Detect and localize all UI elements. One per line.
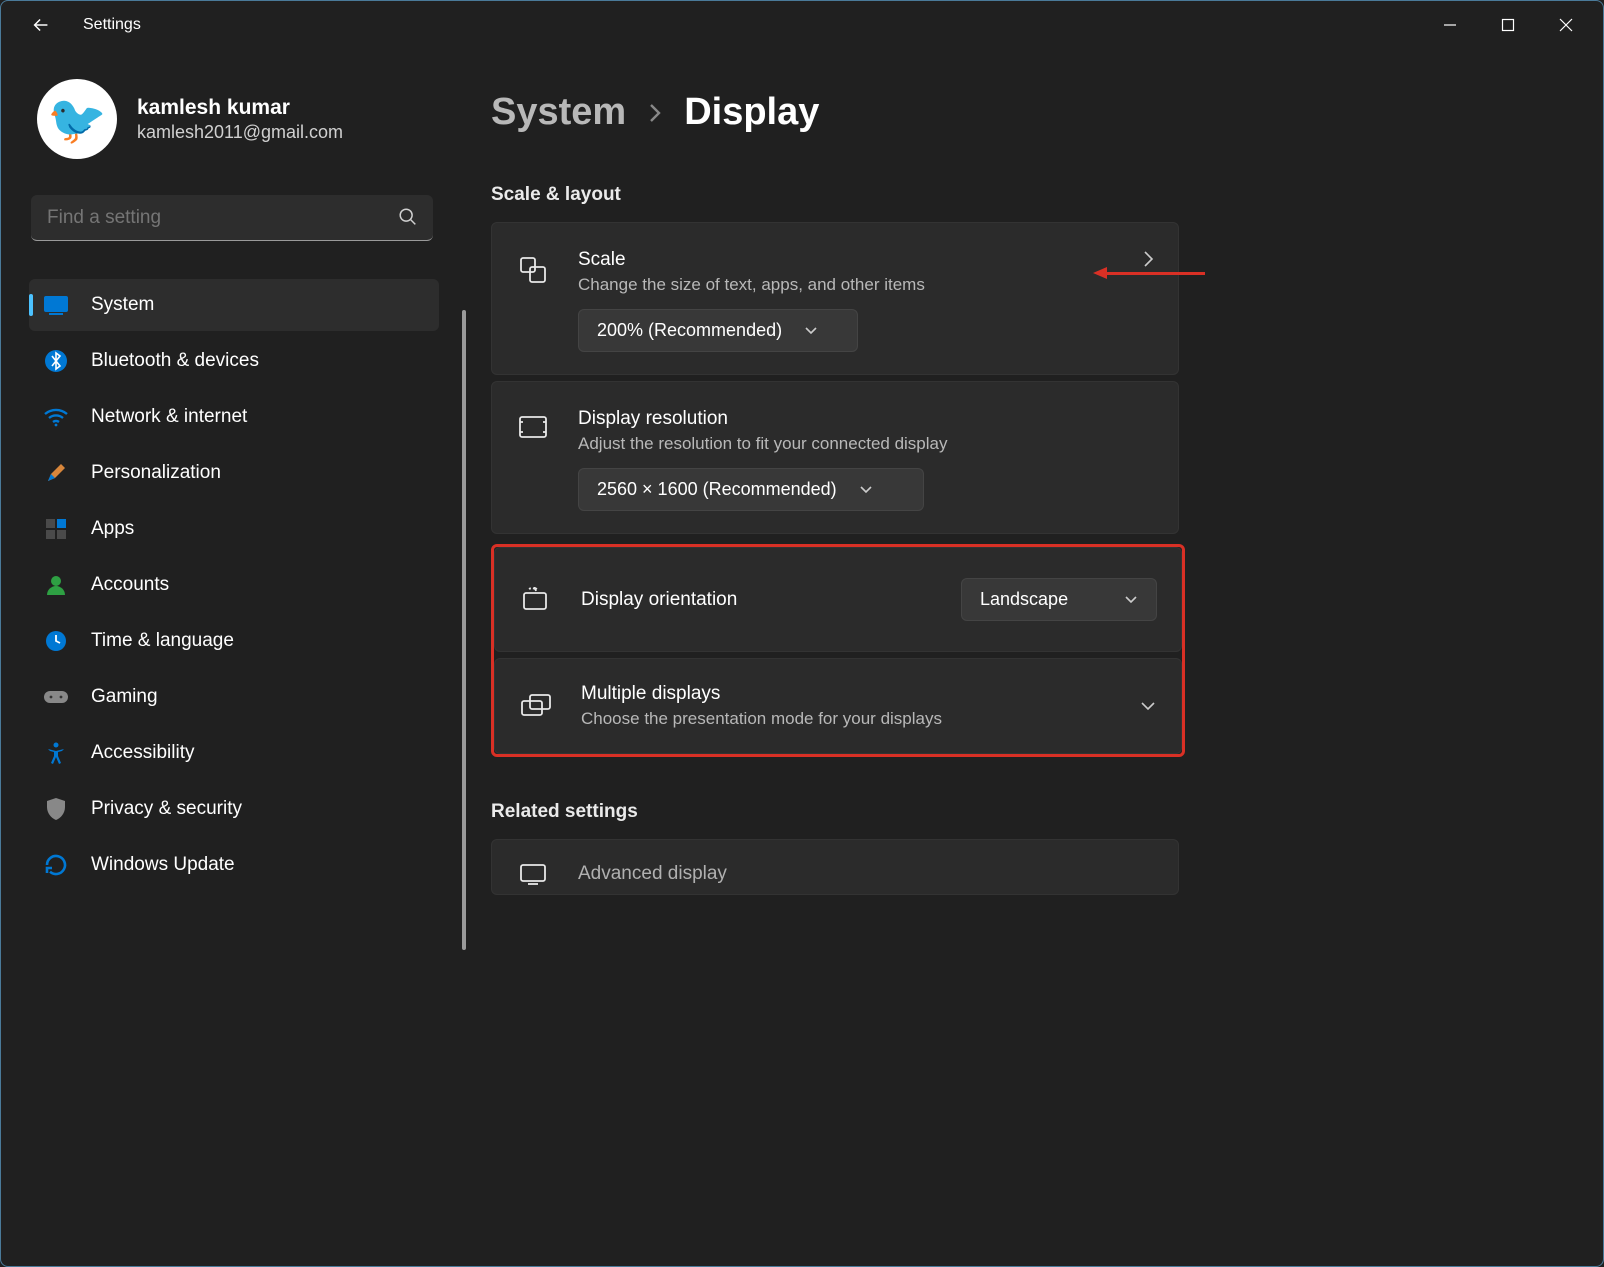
card-subtitle: Change the size of text, apps, and other… [578, 275, 1114, 295]
nav-time-language[interactable]: Time & language [29, 615, 439, 667]
chevron-down-icon [804, 326, 818, 336]
back-button[interactable] [21, 5, 61, 45]
section-related-title: Related settings [491, 801, 1573, 823]
card-advanced-display[interactable]: Advanced display [491, 839, 1179, 895]
bluetooth-icon [43, 348, 69, 374]
nav-label: Accessibility [91, 742, 194, 764]
multiple-displays-icon [519, 693, 553, 719]
card-title: Scale [578, 249, 1114, 271]
chevron-down-icon [1139, 700, 1157, 712]
maximize-button[interactable] [1479, 5, 1537, 45]
nav-accessibility[interactable]: Accessibility [29, 727, 439, 779]
nav-accounts[interactable]: Accounts [29, 559, 439, 611]
card-title: Advanced display [578, 863, 1154, 885]
avatar: 🐦 [37, 79, 117, 159]
nav-label: Bluetooth & devices [91, 350, 259, 372]
breadcrumb-parent[interactable]: System [491, 91, 626, 134]
nav-label: Gaming [91, 686, 158, 708]
titlebar: Settings [1, 1, 1603, 49]
nav-apps[interactable]: Apps [29, 503, 439, 555]
search-icon [397, 206, 419, 228]
nav-network[interactable]: Network & internet [29, 391, 439, 443]
breadcrumb: System Display [491, 91, 1573, 134]
dropdown-value: 200% (Recommended) [597, 320, 782, 341]
maximize-icon [1501, 18, 1515, 32]
dropdown-value: 2560 × 1600 (Recommended) [597, 479, 837, 500]
nav-system[interactable]: System [29, 279, 439, 331]
nav-label: Windows Update [91, 854, 235, 876]
resolution-dropdown[interactable]: 2560 × 1600 (Recommended) [578, 468, 924, 511]
card-multiple-displays[interactable]: Multiple displays Choose the presentatio… [494, 658, 1182, 754]
annotation-arrow [1093, 267, 1205, 279]
clock-globe-icon [43, 628, 69, 654]
chevron-down-icon [859, 485, 873, 495]
update-icon [43, 852, 69, 878]
breadcrumb-current: Display [684, 91, 819, 134]
card-orientation[interactable]: Display orientation Landscape [494, 547, 1182, 652]
sidebar: 🐦 kamlesh kumar kamlesh2011@gmail.com Sy… [1, 49, 451, 1266]
dropdown-value: Landscape [980, 589, 1068, 610]
card-scale[interactable]: Scale Change the size of text, apps, and… [491, 222, 1179, 375]
card-subtitle: Adjust the resolution to fit your connec… [578, 434, 1154, 454]
nav-personalization[interactable]: Personalization [29, 447, 439, 499]
window-title: Settings [83, 16, 141, 34]
nav-label: Privacy & security [91, 798, 242, 820]
orientation-icon [519, 587, 553, 613]
annotation-highlight-box: Display orientation Landscape Multiple d… [491, 544, 1185, 757]
user-email: kamlesh2011@gmail.com [137, 122, 343, 143]
shield-icon [43, 796, 69, 822]
resolution-icon [516, 414, 550, 440]
user-name: kamlesh kumar [137, 96, 343, 120]
nav-label: Accounts [91, 574, 169, 596]
nav-list: System Bluetooth & devices Network & int… [29, 279, 439, 891]
person-icon [43, 572, 69, 598]
accessibility-icon [43, 740, 69, 766]
nav-windows-update[interactable]: Windows Update [29, 839, 439, 891]
wifi-icon [43, 404, 69, 430]
minimize-button[interactable] [1421, 5, 1479, 45]
chevron-down-icon [1124, 595, 1138, 605]
close-button[interactable] [1537, 5, 1595, 45]
nav-label: Apps [91, 518, 134, 540]
card-title: Multiple displays [581, 683, 1111, 705]
paintbrush-icon [43, 460, 69, 486]
user-account-row[interactable]: 🐦 kamlesh kumar kamlesh2011@gmail.com [29, 69, 439, 189]
card-resolution[interactable]: Display resolution Adjust the resolution… [491, 381, 1179, 534]
scale-icon [516, 255, 550, 285]
chevron-right-icon [646, 99, 664, 127]
nav-bluetooth[interactable]: Bluetooth & devices [29, 335, 439, 387]
search-box[interactable] [31, 195, 433, 241]
orientation-dropdown[interactable]: Landscape [961, 578, 1157, 621]
nav-label: System [91, 294, 154, 316]
nav-label: Personalization [91, 462, 221, 484]
chevron-right-icon [1142, 249, 1154, 269]
main-content: System Display Scale & layout Scale Chan… [451, 49, 1603, 1266]
card-title: Display resolution [578, 408, 1154, 430]
arrow-left-icon [30, 14, 52, 36]
nav-label: Time & language [91, 630, 234, 652]
nav-privacy[interactable]: Privacy & security [29, 783, 439, 835]
system-icon [43, 292, 69, 318]
scale-dropdown[interactable]: 200% (Recommended) [578, 309, 858, 352]
card-title: Display orientation [581, 589, 933, 611]
apps-icon [43, 516, 69, 542]
section-scale-layout-title: Scale & layout [491, 184, 1573, 206]
close-icon [1559, 18, 1573, 32]
nav-gaming[interactable]: Gaming [29, 671, 439, 723]
card-subtitle: Choose the presentation mode for your di… [581, 709, 1111, 729]
nav-label: Network & internet [91, 406, 247, 428]
gamepad-icon [43, 684, 69, 710]
display-icon [516, 862, 550, 886]
search-input[interactable] [31, 195, 433, 241]
minimize-icon [1443, 18, 1457, 32]
